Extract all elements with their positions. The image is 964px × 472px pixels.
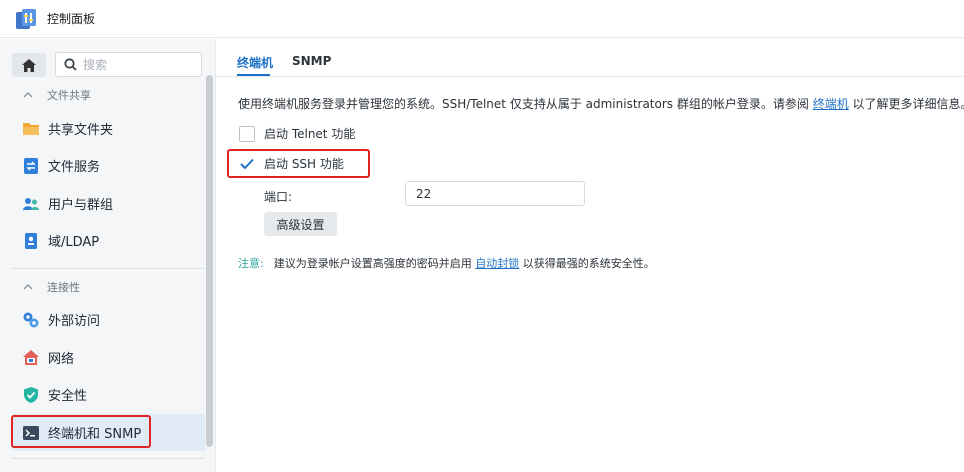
sidebar-item-domain-ldap[interactable]: 域/LDAP: [12, 222, 205, 259]
group-label: 文件共享: [47, 89, 91, 102]
group-header-file-sharing[interactable]: 文件共享: [0, 82, 205, 108]
search-box[interactable]: [55, 52, 202, 77]
title-bar: 控制面板: [0, 0, 964, 38]
sidebar-item-label: 文件服务: [48, 160, 101, 175]
sidebar-item-label: 网络: [48, 352, 75, 367]
highlight-box-sidebar: [11, 415, 151, 448]
sidebar: 文件共享 共享文件夹 文件服务 用户与群组: [0, 39, 216, 472]
sidebar-divider: [12, 268, 204, 269]
file-services-icon: [24, 157, 38, 174]
folder-icon: [23, 122, 39, 135]
sidebar-item-label: 外部访问: [48, 314, 101, 329]
external-access-icon: [23, 312, 39, 327]
telnet-checkbox[interactable]: [239, 125, 255, 142]
active-tab-indicator: [237, 74, 270, 76]
ldap-icon: [25, 232, 37, 249]
main-panel: 终端机 SNMP 使用终端机服务登录并管理您的系统。SSH/Telnet 仅支持…: [217, 39, 964, 472]
control-panel-window: 控制面板 文件共享 共享文件夹: [0, 0, 964, 472]
advanced-settings-button[interactable]: 高级设置: [264, 212, 337, 236]
home-button[interactable]: [12, 53, 46, 77]
tab-bar: 终端机 SNMP: [217, 39, 964, 77]
auto-block-link[interactable]: 自动封锁: [475, 257, 519, 270]
sidebar-item-label: 用户与群组: [48, 198, 114, 213]
port-label: 端口:: [264, 190, 293, 204]
telnet-option[interactable]: 启动 Telnet 功能: [239, 125, 355, 142]
users-icon: [23, 197, 39, 210]
sidebar-item-shared-folder[interactable]: 共享文件夹: [12, 110, 205, 147]
sidebar-item-users-groups[interactable]: 用户与群组: [12, 185, 205, 222]
sidebar-item-label: 域/LDAP: [48, 235, 100, 250]
tab-terminal[interactable]: 终端机: [237, 54, 273, 71]
group-header-connectivity[interactable]: 连接性: [0, 274, 205, 300]
chevron-up-icon: [23, 284, 33, 290]
control-panel-logo-icon: [16, 8, 36, 29]
group-label: 连接性: [47, 281, 80, 294]
network-icon: [23, 349, 39, 365]
port-input[interactable]: [405, 181, 585, 206]
sidebar-item-label: 安全性: [48, 389, 88, 404]
sidebar-item-network[interactable]: 网络: [12, 339, 205, 376]
sidebar-item-label: 共享文件夹: [48, 123, 114, 138]
description-text: 使用终端机服务登录并管理您的系统。SSH/Telnet 仅支持从属于 admin…: [238, 97, 964, 111]
sidebar-scrollbar[interactable]: [206, 75, 213, 447]
terminal-help-link[interactable]: 终端机: [813, 97, 849, 111]
sidebar-item-file-services[interactable]: 文件服务: [12, 147, 205, 184]
home-icon: [22, 58, 36, 72]
chevron-up-icon: [23, 92, 33, 98]
highlight-box-ssh: [227, 149, 370, 178]
telnet-label: 启动 Telnet 功能: [264, 127, 356, 141]
sidebar-item-external-access[interactable]: 外部访问: [12, 301, 205, 338]
window-title: 控制面板: [47, 12, 96, 26]
search-input[interactable]: [83, 57, 193, 72]
sidebar-item-security[interactable]: 安全性: [12, 376, 205, 413]
sidebar-divider: [12, 458, 204, 459]
security-note: 注意: 建议为登录帐户设置高强度的密码并启用 自动封锁 以获得最强的系统安全性。: [238, 257, 655, 270]
search-icon: [64, 58, 77, 71]
tab-snmp[interactable]: SNMP: [292, 54, 331, 68]
shield-icon: [24, 386, 38, 403]
note-label: 注意:: [238, 257, 264, 270]
